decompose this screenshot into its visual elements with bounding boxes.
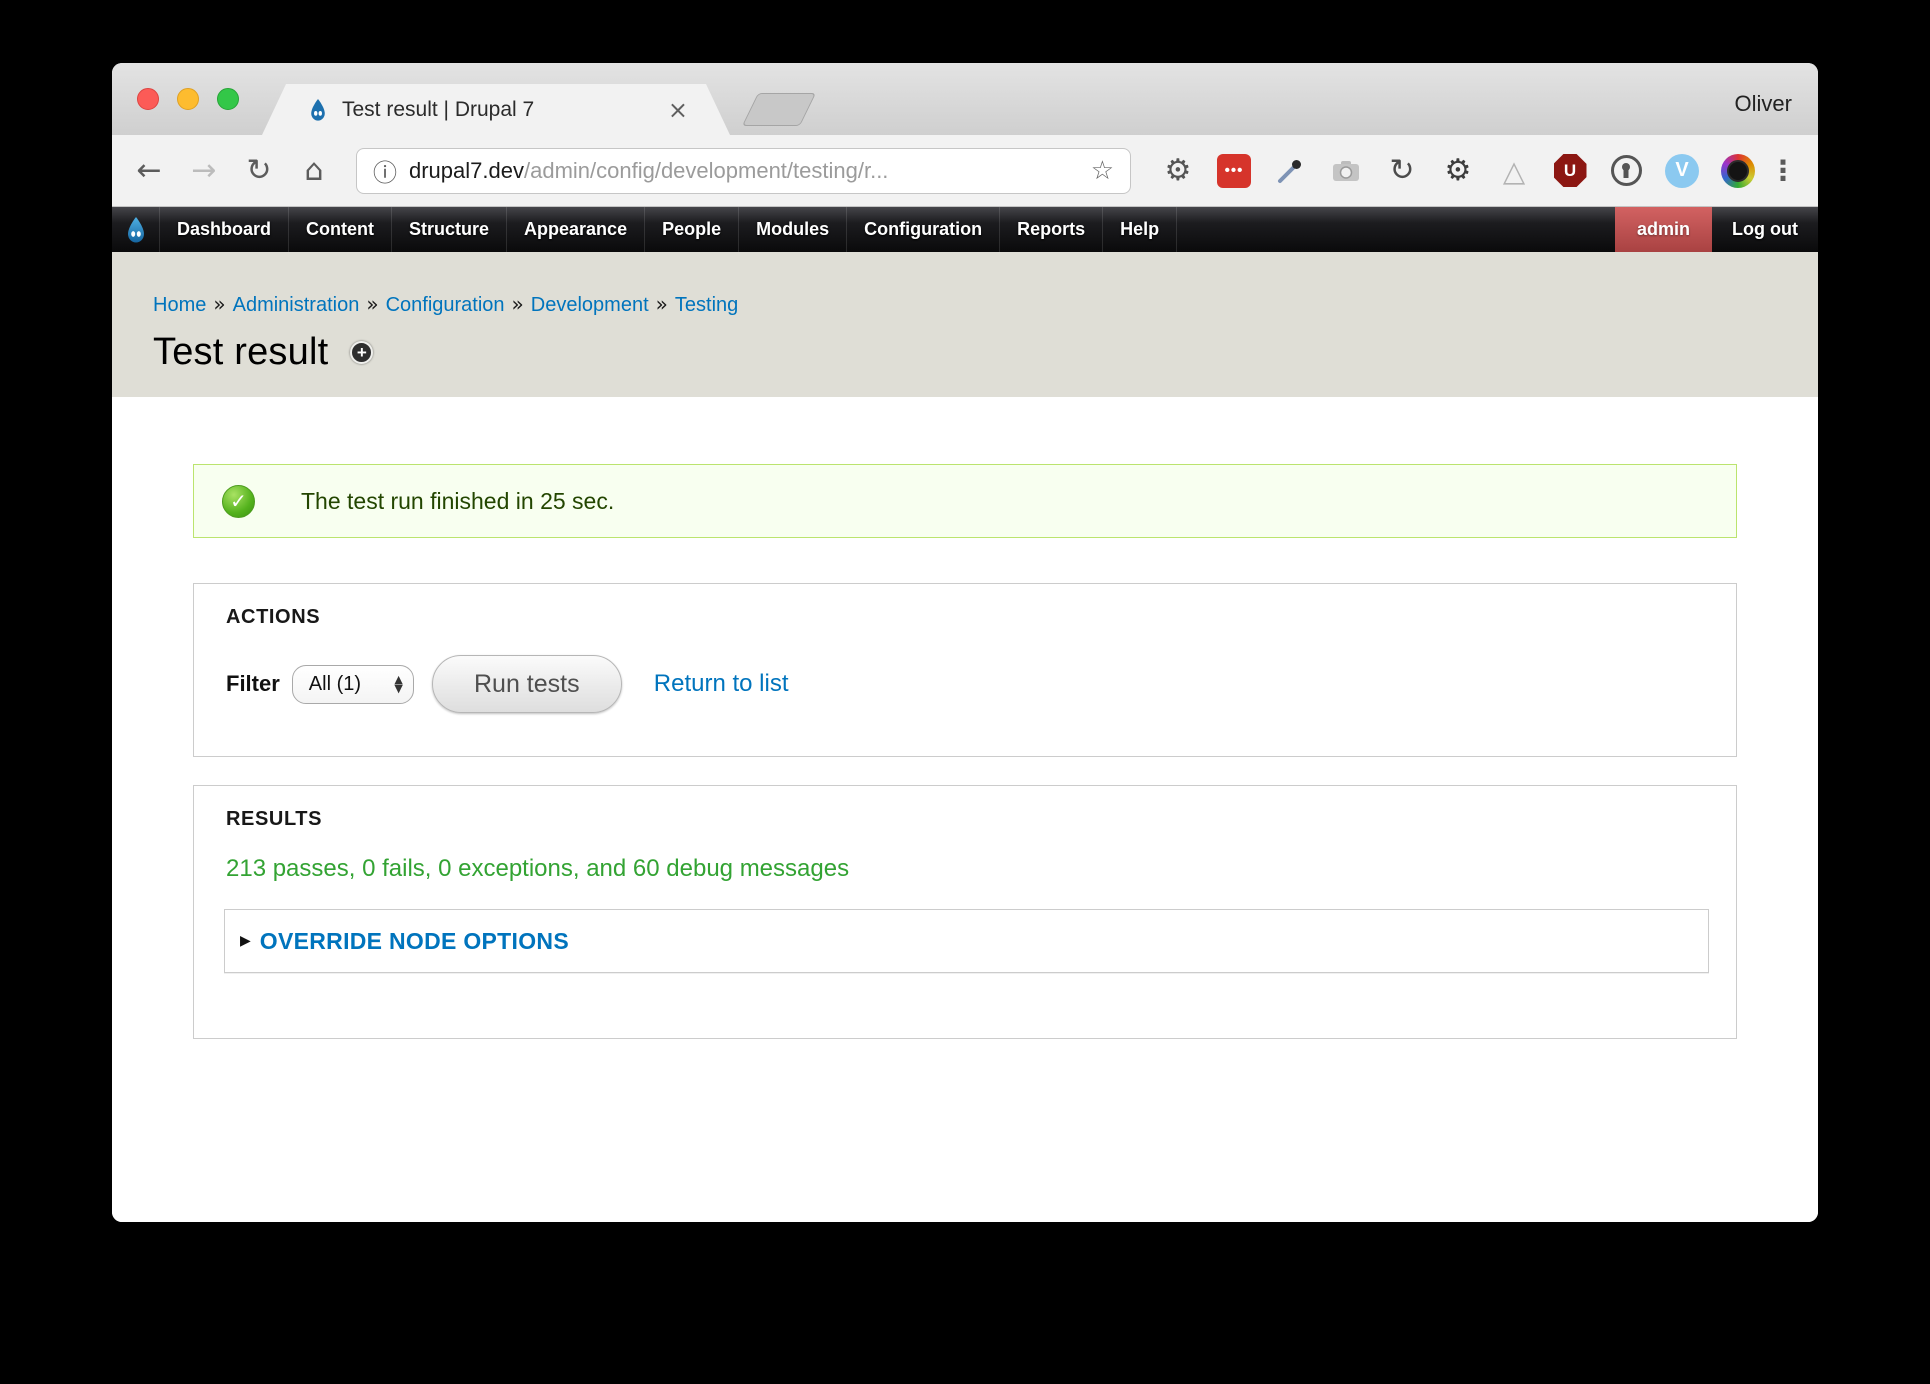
breadcrumb: Home » Administration » Configuration » Develo…: [153, 292, 1818, 317]
actions-panel: ACTIONS Filter All (1) ▲ ▼ Run tests Ret…: [193, 583, 1737, 757]
results-summary: 213 passes, 0 fails, 0 exceptions, and 6…: [226, 855, 1736, 883]
results-panel: RESULTS 213 passes, 0 fails, 0 exception…: [193, 785, 1737, 1039]
vanilla-v-icon[interactable]: V: [1665, 154, 1699, 188]
admin-toolbar-spacer: [1177, 207, 1615, 252]
admin-menu-appearance[interactable]: Appearance: [507, 207, 645, 252]
site-info-icon[interactable]: ⓘ: [373, 153, 397, 188]
admin-menu-configuration[interactable]: Configuration: [847, 207, 1000, 252]
override-node-options-fieldset[interactable]: ▶ OVERRIDE NODE OPTIONS: [224, 909, 1709, 973]
browser-toolbar: ← → ↻ ⌂ ⓘ drupal7.dev/admin/config/devel…: [112, 135, 1818, 207]
breadcrumb-separator: »: [366, 292, 378, 316]
filter-select[interactable]: All (1) ▲ ▼: [292, 665, 414, 704]
drupal-favicon-icon: [308, 99, 328, 121]
reload-icon[interactable]: ↻: [242, 153, 276, 188]
extension-icons: ⚙ ••• ↻ ⚙ △ U: [1150, 153, 1800, 188]
collapsed-arrow-icon: ▶: [240, 933, 251, 949]
breadcrumb-configuration[interactable]: Configuration: [386, 294, 505, 316]
select-down-icon: ▼: [394, 684, 402, 693]
keyhole-icon[interactable]: [1611, 155, 1642, 186]
browser-window: Test result | Drupal 7 × Oliver ← → ↻ ⌂ …: [112, 63, 1818, 1222]
page-title: Test result: [153, 331, 328, 374]
filter-select-value: All (1): [309, 673, 361, 696]
admin-menu-people[interactable]: People: [645, 207, 739, 252]
admin-menu-modules[interactable]: Modules: [739, 207, 847, 252]
camera-lens-icon[interactable]: [1721, 154, 1755, 188]
ublock-icon[interactable]: U: [1554, 154, 1587, 187]
forward-icon[interactable]: →: [187, 153, 221, 188]
browser-tab[interactable]: Test result | Drupal 7 ×: [262, 84, 730, 135]
browser-menu-icon[interactable]: ⋮: [1766, 154, 1800, 187]
filter-label: Filter: [226, 671, 280, 697]
breadcrumb-separator: »: [656, 292, 668, 316]
add-shortcut-icon[interactable]: +: [350, 341, 373, 364]
url-bar[interactable]: ⓘ drupal7.dev/admin/config/development/t…: [356, 148, 1131, 194]
breadcrumb-administration[interactable]: Administration: [233, 294, 360, 316]
return-to-list-link[interactable]: Return to list: [654, 670, 789, 698]
admin-user-link[interactable]: admin: [1615, 207, 1712, 252]
settings-gear-icon[interactable]: ⚙: [1165, 153, 1192, 188]
url-domain: drupal7.dev: [409, 158, 524, 183]
eyedropper-icon[interactable]: [1262, 155, 1318, 187]
breadcrumb-development[interactable]: Development: [531, 294, 649, 316]
admin-menu-reports[interactable]: Reports: [1000, 207, 1103, 252]
select-arrows-icon: ▲ ▼: [394, 675, 402, 694]
admin-menu-content[interactable]: Content: [289, 207, 392, 252]
admin-menu-help[interactable]: Help: [1103, 207, 1177, 252]
actions-row: Filter All (1) ▲ ▼ Run tests Return to l…: [226, 655, 1736, 713]
minimize-window-button[interactable]: [177, 88, 199, 110]
window-controls: [137, 88, 239, 110]
desktop-background: Test result | Drupal 7 × Oliver ← → ↻ ⌂ …: [0, 0, 1930, 1384]
status-message: ✓ The test run finished in 25 sec.: [193, 464, 1737, 538]
drupal-admin-toolbar: Dashboard Content Structure Appearance P…: [112, 207, 1818, 252]
breadcrumb-testing[interactable]: Testing: [675, 294, 738, 316]
tab-title: Test result | Drupal 7: [342, 98, 534, 122]
drive-icon[interactable]: △: [1503, 154, 1525, 188]
new-tab-button[interactable]: [742, 93, 816, 126]
back-icon[interactable]: ←: [132, 153, 166, 188]
browser-profile-name[interactable]: Oliver: [1735, 91, 1792, 117]
logout-link[interactable]: Log out: [1712, 207, 1818, 252]
userscript-gear-icon[interactable]: ⚙: [1445, 153, 1472, 188]
status-check-icon: ✓: [222, 485, 255, 518]
url-path: /admin/config/development/testing/r...: [524, 158, 888, 183]
tab-strip: Test result | Drupal 7 × Oliver: [112, 63, 1818, 135]
actions-heading: ACTIONS: [226, 606, 1736, 629]
close-window-button[interactable]: [137, 88, 159, 110]
admin-menu-structure[interactable]: Structure: [392, 207, 507, 252]
override-node-options-link[interactable]: OVERRIDE NODE OPTIONS: [260, 928, 569, 955]
drupal-home-icon[interactable]: [112, 207, 160, 252]
url-text: drupal7.dev/admin/config/development/tes…: [409, 158, 888, 184]
breadcrumb-separator: »: [512, 292, 524, 316]
breadcrumb-home[interactable]: Home: [153, 294, 206, 316]
tab-close-icon[interactable]: ×: [668, 98, 688, 122]
status-message-text: The test run finished in 25 sec.: [301, 488, 614, 515]
password-manager-icon[interactable]: •••: [1217, 154, 1251, 188]
camera-icon[interactable]: [1318, 155, 1374, 187]
sync-search-icon[interactable]: ↻: [1389, 153, 1414, 188]
run-tests-button[interactable]: Run tests: [432, 655, 622, 713]
zoom-window-button[interactable]: [217, 88, 239, 110]
page-header: Home » Administration » Configuration » Develo…: [112, 252, 1818, 397]
home-icon[interactable]: ⌂: [297, 153, 331, 188]
page-content: ✓ The test run finished in 25 sec. ACTIO…: [112, 397, 1818, 1222]
admin-menu-dashboard[interactable]: Dashboard: [160, 207, 289, 252]
breadcrumb-separator: »: [213, 292, 225, 316]
bookmark-star-icon[interactable]: ☆: [1091, 156, 1114, 186]
results-heading: RESULTS: [226, 808, 1736, 831]
